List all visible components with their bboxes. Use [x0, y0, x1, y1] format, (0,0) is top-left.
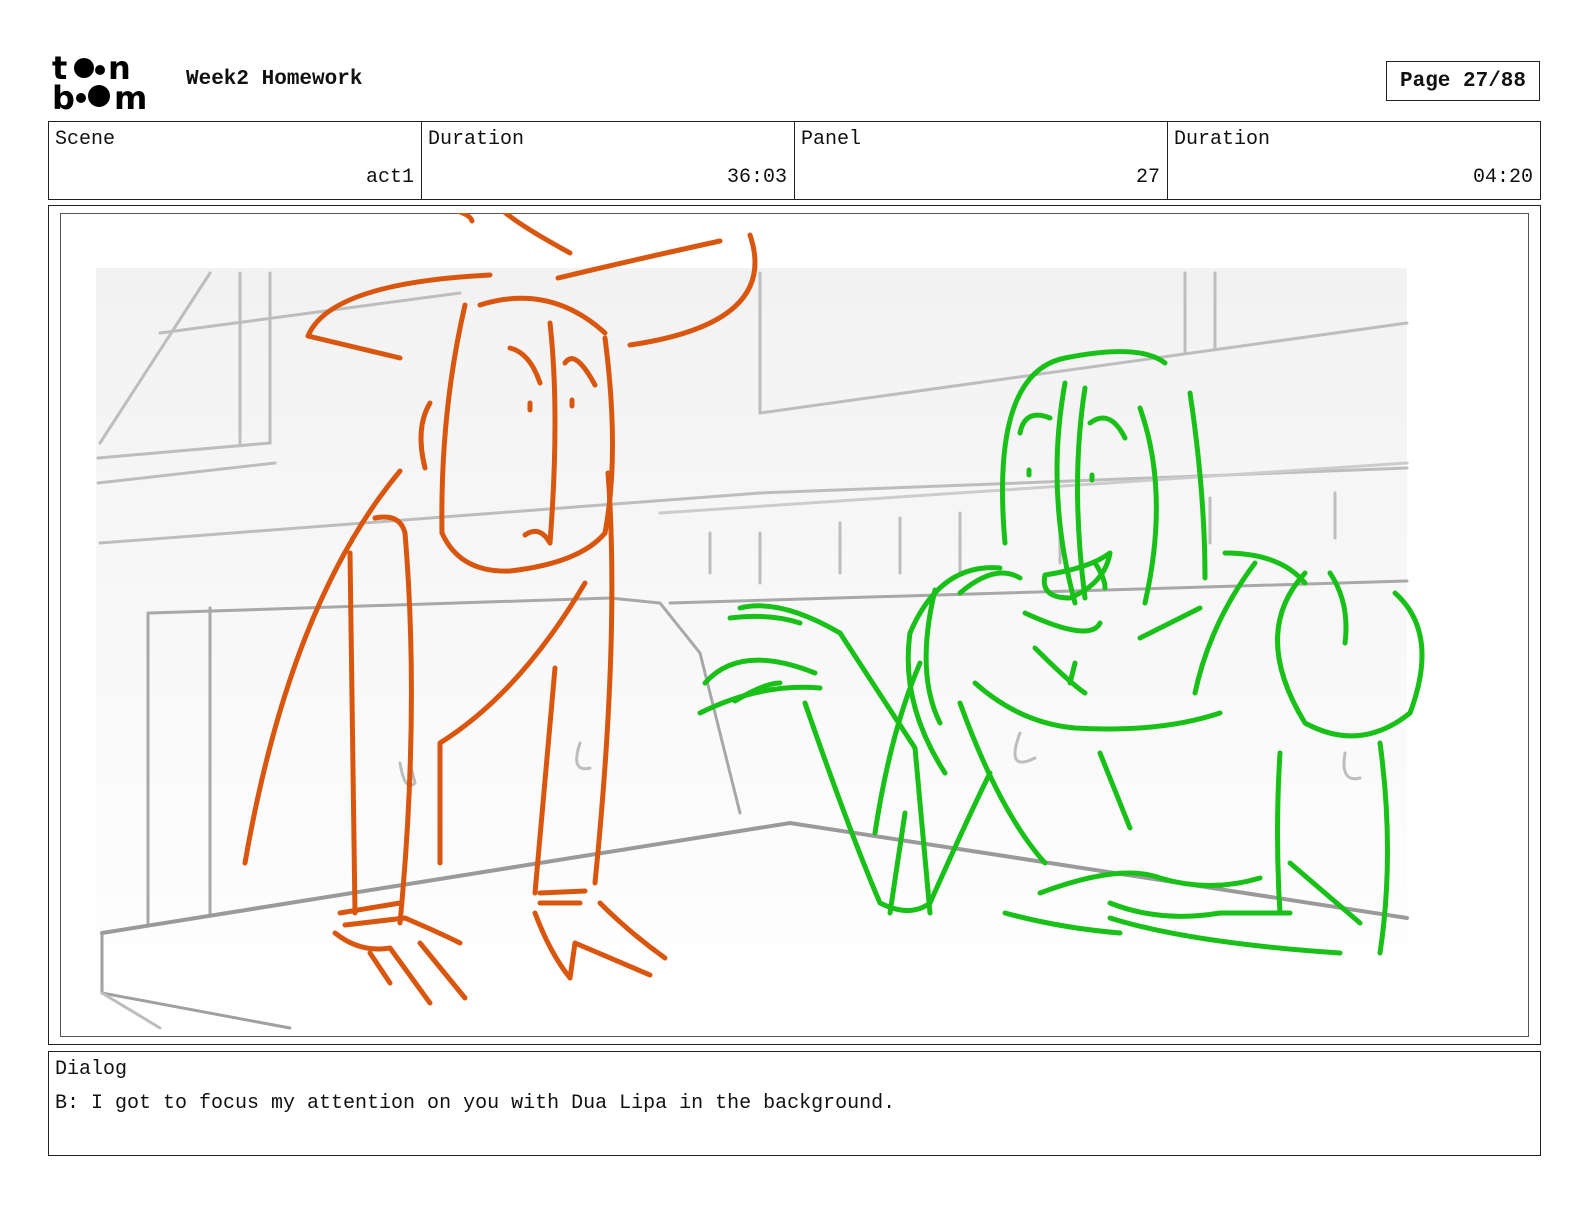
scene-duration-cell: Duration 36:03	[421, 122, 794, 199]
panel-cell: Panel 27	[794, 122, 1167, 199]
scene-label: Scene	[55, 128, 116, 151]
project-title: Week2 Homework	[186, 68, 363, 91]
panel-duration-label: Duration	[1174, 128, 1271, 151]
svg-text:b: b	[52, 79, 75, 112]
panel-value: 27	[1135, 166, 1160, 189]
scene-info-table: Scene act1 Duration 36:03 Panel 27 Durat…	[48, 121, 1541, 200]
scene-duration-label: Duration	[428, 128, 525, 151]
scene-value: act1	[365, 166, 414, 189]
toon-boom-logo: t n b m	[52, 49, 164, 117]
dialog-box: Dialog B: I got to focus my attention on…	[48, 1051, 1541, 1156]
scene-cell: Scene act1	[49, 122, 421, 199]
scene-duration-value: 36:03	[726, 166, 787, 189]
panel-label: Panel	[801, 128, 862, 151]
panel-duration-cell: Duration 04:20	[1167, 122, 1540, 199]
panel-duration-value: 04:20	[1472, 166, 1533, 189]
background-sketch-area	[96, 268, 1407, 1035]
dialog-label: Dialog	[55, 1058, 128, 1081]
dialog-text: B: I got to focus my attention on you wi…	[55, 1092, 896, 1115]
page-indicator: Page 27/88	[1386, 61, 1540, 101]
svg-text:m: m	[114, 79, 147, 112]
storyboard-sketch	[60, 205, 1529, 1037]
